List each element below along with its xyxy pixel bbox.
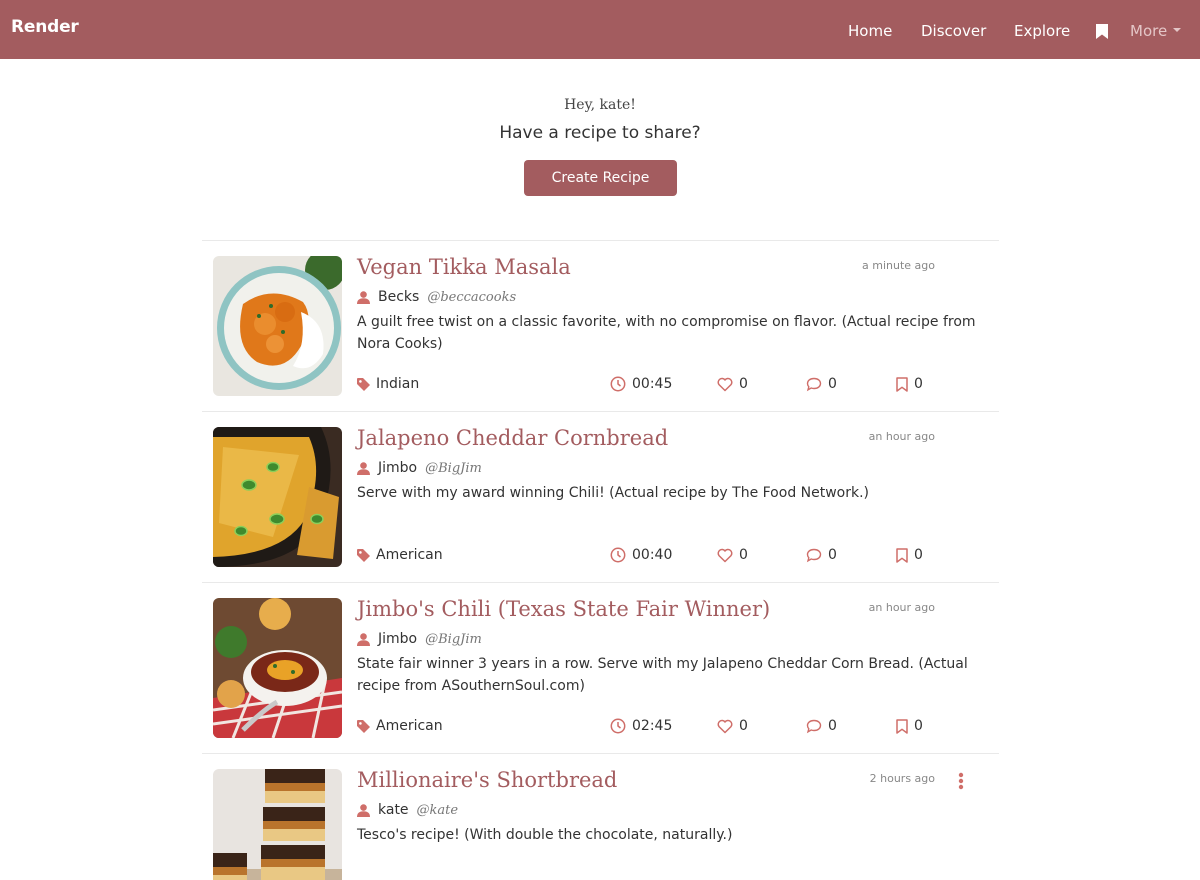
more-options-icon[interactable] (958, 772, 964, 790)
create-recipe-button[interactable]: Create Recipe (524, 160, 677, 196)
recipe-image[interactable] (213, 427, 342, 567)
cook-time: 00:40 (610, 546, 672, 564)
heart-icon (717, 719, 733, 733)
more-label: More (1130, 22, 1168, 40)
cook-time: 02:45 (610, 717, 672, 735)
like-count: 0 (739, 547, 748, 563)
recipe-card[interactable]: Vegan Tikka Masala a minute ago Becks @b… (202, 240, 999, 411)
recipe-description: State fair winner 3 years in a row. Serv… (357, 656, 968, 694)
duration-value: 00:40 (632, 547, 673, 563)
posted-time: a minute ago (862, 259, 935, 272)
duration-value: 02:45 (632, 718, 673, 734)
like-button[interactable]: 0 (717, 546, 748, 564)
recipe-title[interactable]: Jalapeno Cheddar Cornbread (357, 426, 668, 450)
cuisine-tag[interactable]: Indian (357, 375, 419, 393)
chevron-down-icon (1173, 27, 1182, 32)
more-dropdown[interactable]: More (1130, 22, 1182, 40)
recipe-author[interactable]: kate @kate (357, 802, 458, 818)
posted-time: an hour ago (868, 601, 935, 614)
heart-icon (717, 548, 733, 562)
cuisine-tag[interactable]: American (357, 546, 443, 564)
bookmark-outline-icon (896, 376, 908, 392)
author-name: Jimbo (378, 460, 418, 476)
like-count: 0 (739, 718, 748, 734)
author-handle: @beccacooks (427, 289, 517, 305)
recipe-image[interactable] (213, 256, 342, 396)
cuisine-tag[interactable]: American (357, 717, 443, 735)
clock-icon (610, 718, 626, 734)
comment-button[interactable]: 0 (806, 375, 837, 393)
save-count: 0 (914, 376, 923, 392)
nav-link-home[interactable]: Home (848, 22, 892, 40)
comment-button[interactable]: 0 (806, 546, 837, 564)
cuisine-label: American (376, 547, 443, 563)
cuisine-label: American (376, 718, 443, 734)
recipe-description: A guilt free twist on a classic favorite… (357, 314, 976, 352)
cuisine-label: Indian (376, 376, 420, 392)
recipe-list: Vegan Tikka Masala a minute ago Becks @b… (202, 240, 999, 880)
comment-icon (806, 377, 822, 391)
bookmark-icon[interactable] (1096, 24, 1108, 39)
author-name: Jimbo (378, 631, 418, 647)
comment-count: 0 (828, 547, 837, 563)
save-button[interactable]: 0 (896, 546, 923, 564)
save-button[interactable]: 0 (896, 375, 923, 393)
recipe-description: Tesco's recipe! (With double the chocola… (357, 827, 733, 843)
bookmark-outline-icon (896, 547, 908, 563)
comment-icon (806, 719, 822, 733)
duration-value: 00:45 (632, 376, 673, 392)
user-icon (357, 632, 370, 646)
comment-button[interactable]: 0 (806, 717, 837, 735)
brand-logo[interactable]: Render (11, 17, 79, 37)
recipe-description: Serve with my award winning Chili! (Actu… (357, 485, 870, 501)
recipe-title[interactable]: Jimbo's Chili (Texas State Fair Winner) (357, 597, 770, 621)
heart-icon (717, 377, 733, 391)
user-icon (357, 461, 370, 475)
nav-link-explore[interactable]: Explore (1014, 22, 1070, 40)
save-count: 0 (914, 718, 923, 734)
save-button[interactable]: 0 (896, 717, 923, 735)
author-handle: @BigJim (425, 631, 482, 647)
tag-icon (357, 377, 370, 391)
like-count: 0 (739, 376, 748, 392)
author-name: Becks (378, 289, 420, 305)
recipe-card[interactable]: Millionaire's Shortbread 2 hours ago kat… (202, 753, 999, 880)
comment-count: 0 (828, 718, 837, 734)
recipe-author[interactable]: Becks @beccacooks (357, 289, 516, 305)
save-count: 0 (914, 547, 923, 563)
author-handle: @kate (416, 802, 459, 818)
clock-icon (610, 547, 626, 563)
comment-icon (806, 548, 822, 562)
tag-icon (357, 719, 370, 733)
recipe-title[interactable]: Vegan Tikka Masala (357, 255, 571, 279)
user-icon (357, 290, 370, 304)
navbar: Render Home Discover Explore More (0, 0, 1200, 59)
share-prompt: Have a recipe to share? (499, 123, 701, 143)
recipe-image[interactable] (213, 769, 342, 880)
recipe-title[interactable]: Millionaire's Shortbread (357, 768, 617, 792)
user-icon (357, 803, 370, 817)
posted-time: an hour ago (868, 430, 935, 443)
author-handle: @BigJim (425, 460, 482, 476)
comment-count: 0 (828, 376, 837, 392)
author-name: kate (378, 802, 409, 818)
recipe-author[interactable]: Jimbo @BigJim (357, 460, 482, 476)
like-button[interactable]: 0 (717, 717, 748, 735)
cook-time: 00:45 (610, 375, 672, 393)
recipe-card[interactable]: Jalapeno Cheddar Cornbread an hour ago J… (202, 411, 999, 582)
greeting: Hey, kate! (564, 97, 636, 113)
clock-icon (610, 376, 626, 392)
recipe-image[interactable] (213, 598, 342, 738)
bookmark-outline-icon (896, 718, 908, 734)
like-button[interactable]: 0 (717, 375, 748, 393)
nav-link-discover[interactable]: Discover (921, 22, 986, 40)
posted-time: 2 hours ago (869, 772, 935, 785)
recipe-author[interactable]: Jimbo @BigJim (357, 631, 482, 647)
recipe-card[interactable]: Jimbo's Chili (Texas State Fair Winner) … (202, 582, 999, 753)
tag-icon (357, 548, 370, 562)
